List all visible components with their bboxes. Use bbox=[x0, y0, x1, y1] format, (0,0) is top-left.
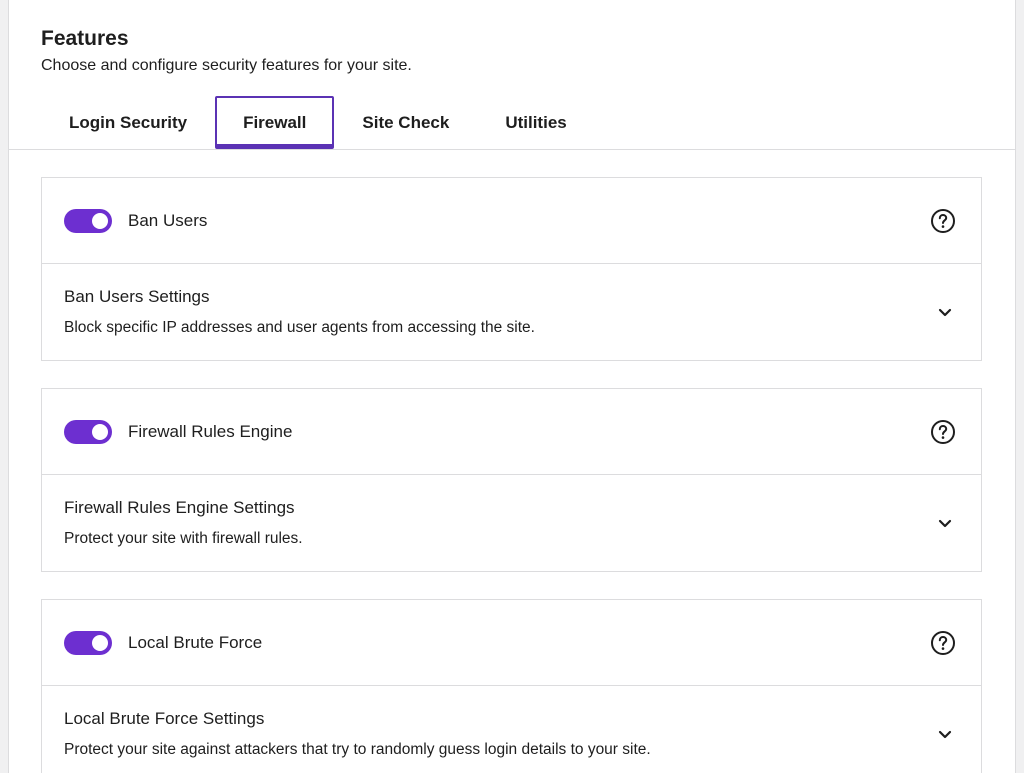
page-subtitle: Choose and configure security features f… bbox=[41, 57, 412, 74]
local-brute-force-settings-expander[interactable]: Local Brute Force Settings Protect your … bbox=[42, 686, 981, 773]
feature-list: Ban Users Ban Users Settings Block speci… bbox=[9, 150, 1015, 773]
features-panel: Features Choose and configure security f… bbox=[8, 0, 1016, 773]
feature-name: Local Brute Force bbox=[128, 632, 263, 652]
settings-description: Block specific IP addresses and user age… bbox=[64, 319, 535, 336]
firewall-rules-engine-settings-expander[interactable]: Firewall Rules Engine Settings Protect y… bbox=[42, 475, 981, 571]
tab-site-check[interactable]: Site Check bbox=[334, 96, 477, 149]
feature-card-ban-users: Ban Users Ban Users Settings Block speci… bbox=[41, 177, 982, 361]
toggle-knob bbox=[92, 423, 108, 440]
page-title: Features bbox=[41, 27, 129, 50]
tab-utilities[interactable]: Utilities bbox=[477, 96, 594, 149]
chevron-down-icon[interactable] bbox=[937, 304, 953, 320]
tab-login-security[interactable]: Login Security bbox=[41, 96, 215, 149]
help-circle-icon[interactable] bbox=[930, 419, 956, 445]
settings-description: Protect your site with firewall rules. bbox=[64, 530, 303, 547]
ban-users-settings-expander[interactable]: Ban Users Settings Block specific IP add… bbox=[42, 264, 981, 360]
chevron-down-icon[interactable] bbox=[937, 726, 953, 742]
firewall-rules-engine-toggle[interactable] bbox=[64, 419, 112, 444]
feature-name: Ban Users bbox=[128, 210, 208, 230]
feature-card-header: Ban Users bbox=[42, 178, 981, 264]
feature-card-firewall-rules-engine: Firewall Rules Engine Firewall Rules Eng… bbox=[41, 388, 982, 572]
ban-users-toggle[interactable] bbox=[64, 208, 112, 233]
feature-card-local-brute-force: Local Brute Force Local Brute Force Sett… bbox=[41, 599, 982, 773]
settings-title: Local Brute Force Settings bbox=[64, 709, 265, 728]
feature-card-header: Local Brute Force bbox=[42, 600, 981, 686]
settings-description: Protect your site against attackers that… bbox=[64, 741, 651, 758]
settings-title: Ban Users Settings bbox=[64, 287, 210, 306]
feature-name: Firewall Rules Engine bbox=[128, 421, 293, 441]
local-brute-force-toggle[interactable] bbox=[64, 630, 112, 655]
settings-title: Firewall Rules Engine Settings bbox=[64, 498, 295, 517]
toggle-knob bbox=[92, 634, 108, 651]
tab-firewall[interactable]: Firewall bbox=[215, 96, 335, 149]
feature-tabs: Login Security Firewall Site Check Utili… bbox=[41, 96, 595, 149]
help-circle-icon[interactable] bbox=[930, 630, 956, 656]
feature-card-header: Firewall Rules Engine bbox=[42, 389, 981, 475]
features-header: Features Choose and configure security f… bbox=[9, 0, 1015, 150]
chevron-down-icon[interactable] bbox=[937, 515, 953, 531]
help-circle-icon[interactable] bbox=[930, 208, 956, 234]
toggle-knob bbox=[92, 212, 108, 229]
